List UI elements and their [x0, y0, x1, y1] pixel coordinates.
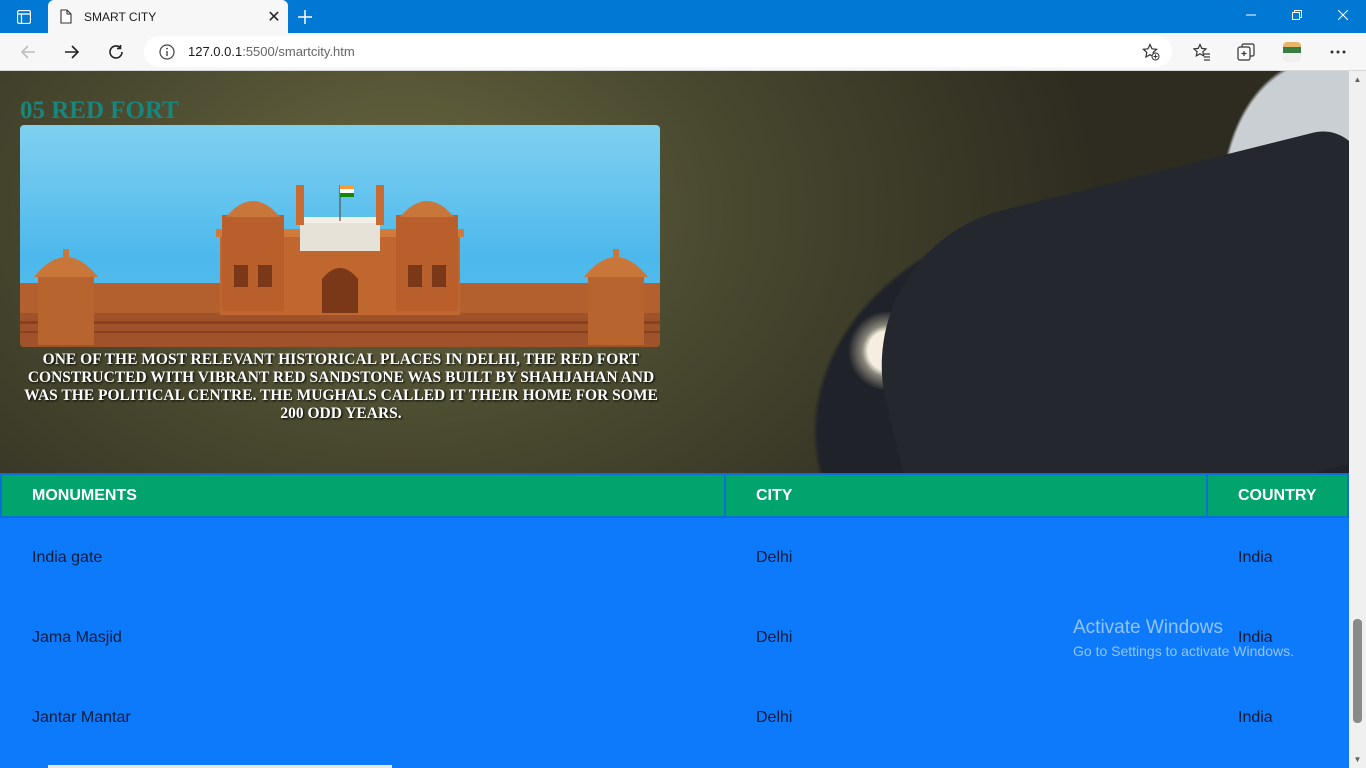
- back-arrow-icon: [20, 45, 35, 59]
- browser-tab[interactable]: SMART CITY ✕: [48, 0, 288, 33]
- activation-watermark: Activate Windows Go to Settings to activ…: [1073, 617, 1294, 659]
- scroll-thumb[interactable]: [1353, 619, 1362, 723]
- minimize-button[interactable]: [1228, 0, 1274, 30]
- plus-icon: [298, 10, 312, 24]
- reload-icon: [109, 45, 123, 59]
- forward-arrow-icon: [65, 45, 80, 59]
- collections-icon: [1237, 43, 1255, 61]
- new-tab-button[interactable]: [292, 4, 318, 30]
- column-header-country: COUNTRY: [1238, 486, 1317, 504]
- more-button[interactable]: [1323, 38, 1353, 66]
- reload-button[interactable]: [100, 37, 132, 67]
- url-field[interactable]: 127.0.0.1:5500/smartcity.htm: [144, 36, 1172, 67]
- close-icon[interactable]: ✕: [260, 3, 288, 31]
- scroll-up-arrow-icon[interactable]: ▲: [1352, 74, 1363, 85]
- hero-background: 05 RED FORT ONE OF THE MOST RELEVANT HIS…: [0, 71, 1349, 569]
- table-cell-city: Delhi: [756, 549, 793, 566]
- tab-title: SMART CITY: [84, 9, 157, 24]
- table-cell-city: Delhi: [756, 709, 793, 726]
- collections-button[interactable]: [1231, 38, 1261, 66]
- info-icon[interactable]: [158, 43, 176, 61]
- url-text: 127.0.0.1:5500/smartcity.htm: [188, 44, 355, 59]
- section-description: ONE OF THE MOST RELEVANT HISTORICAL PLAC…: [24, 351, 658, 422]
- restore-button[interactable]: [1274, 0, 1320, 30]
- browser-titlebar: SMART CITY ✕: [0, 0, 1366, 33]
- page-viewport: 05 RED FORT ONE OF THE MOST RELEVANT HIS…: [0, 71, 1349, 768]
- scroll-down-arrow-icon[interactable]: ▼: [1352, 754, 1363, 765]
- table-cell-monument: Jama Masjid: [32, 629, 122, 646]
- restore-icon: [1292, 10, 1302, 20]
- table-row: India gate Delhi India: [0, 518, 1349, 598]
- table-cell-country: India: [1238, 709, 1273, 726]
- url-rest: :5500/smartcity.htm: [242, 44, 355, 59]
- add-favorite-icon[interactable]: [1140, 41, 1162, 63]
- table-cell-city: Delhi: [756, 629, 793, 646]
- favorites-icon: [1193, 43, 1210, 61]
- back-button[interactable]: [12, 37, 44, 67]
- red-fort-image: [20, 125, 660, 347]
- close-window-icon: [1338, 10, 1348, 20]
- tab-actions-button[interactable]: [8, 6, 40, 28]
- address-bar: 127.0.0.1:5500/smartcity.htm: [0, 33, 1366, 71]
- table-cell-monument: India gate: [32, 549, 103, 566]
- column-header-city: CITY: [726, 475, 1208, 516]
- page-icon: [60, 9, 74, 25]
- favorites-button[interactable]: [1187, 38, 1217, 66]
- profile-button[interactable]: [1277, 38, 1307, 66]
- forward-button[interactable]: [56, 37, 88, 67]
- profile-avatar: [1283, 42, 1301, 62]
- table-header-row: MONUMENTS CITY COUNTRY: [0, 473, 1349, 518]
- minimize-icon: [1246, 14, 1256, 16]
- table-row: Jantar Mantar Delhi India: [0, 678, 1349, 758]
- more-icon: [1330, 50, 1346, 54]
- vertical-scrollbar[interactable]: ▲ ▼: [1349, 71, 1366, 768]
- watermark-title: Activate Windows: [1073, 617, 1223, 638]
- tab-actions-icon: [17, 10, 31, 24]
- table-cell-country: India: [1238, 549, 1273, 566]
- close-window-button[interactable]: [1320, 0, 1366, 30]
- column-header-monuments: MONUMENTS: [2, 475, 726, 516]
- watermark-subtitle: Go to Settings to activate Windows.: [1073, 643, 1294, 659]
- section-title: 05 RED FORT: [20, 97, 179, 124]
- url-host: 127.0.0.1: [188, 44, 243, 59]
- table-cell-monument: Jantar Mantar: [32, 709, 131, 726]
